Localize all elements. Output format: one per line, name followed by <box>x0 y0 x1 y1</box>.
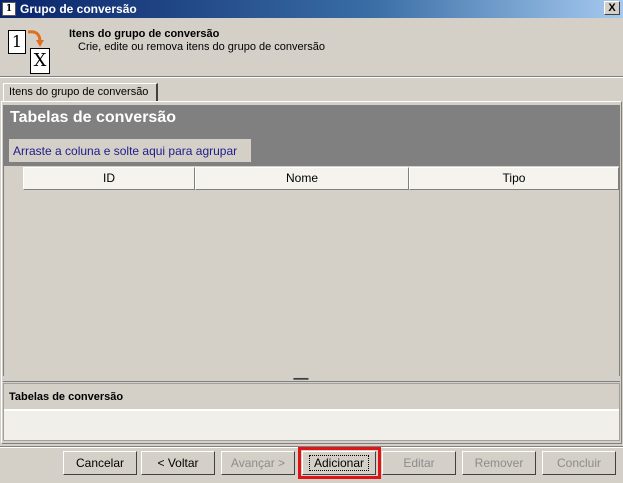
app-icon: 1 <box>2 2 16 16</box>
cancel-button[interactable]: Cancelar <box>63 451 137 475</box>
header-separator <box>0 76 623 78</box>
close-button[interactable]: X <box>604 1 620 15</box>
next-button[interactable]: Avançar > <box>221 451 295 475</box>
conversion-tables-grid: Tabelas de conversão Arraste a coluna e … <box>3 105 620 381</box>
edit-button[interactable]: Editar <box>382 451 456 475</box>
conversion-1-to-x-icon: 1 X <box>8 24 54 74</box>
header-title: Itens do grupo de conversão <box>69 28 220 40</box>
detail-panel-title: Tabelas de conversão <box>4 384 619 410</box>
panel-splitter[interactable]: ▪▪▪▪▪▪▪▪▪▪ <box>3 376 620 383</box>
group-by-drop-area[interactable]: Arraste a coluna e solte aqui para agrup… <box>9 139 251 162</box>
grid-caption-band: Tabelas de conversão Arraste a coluna e … <box>4 106 619 166</box>
window-title: Grupo de conversão <box>20 2 137 16</box>
detail-panel: Tabelas de conversão <box>3 383 620 441</box>
icon-box-one: 1 <box>8 30 26 54</box>
column-header-id[interactable]: ID <box>23 167 195 190</box>
grid-column-header-row: ID Nome Tipo <box>4 166 619 190</box>
back-button[interactable]: < Voltar <box>141 451 215 475</box>
column-header-tipo[interactable]: Tipo <box>409 167 619 190</box>
detail-panel-body <box>4 411 619 440</box>
add-button-highlight <box>298 447 381 479</box>
tab-itens-grupo[interactable]: Itens do grupo de conversão <box>3 83 158 101</box>
curved-arrow-icon <box>27 30 44 47</box>
remove-button[interactable]: Remover <box>462 451 536 475</box>
header-subtitle: Crie, edite ou remova itens do grupo de … <box>78 41 326 53</box>
grid-title: Tabelas de conversão <box>10 109 176 126</box>
column-header-nome[interactable]: Nome <box>195 167 409 190</box>
title-bar: 1 Grupo de conversão X <box>0 0 623 18</box>
grid-body[interactable] <box>4 191 619 375</box>
icon-box-x: X <box>30 48 50 74</box>
wizard-header: 1 X Itens do grupo de conversão Crie, ed… <box>0 18 623 76</box>
finish-button[interactable]: Concluir <box>542 451 616 475</box>
